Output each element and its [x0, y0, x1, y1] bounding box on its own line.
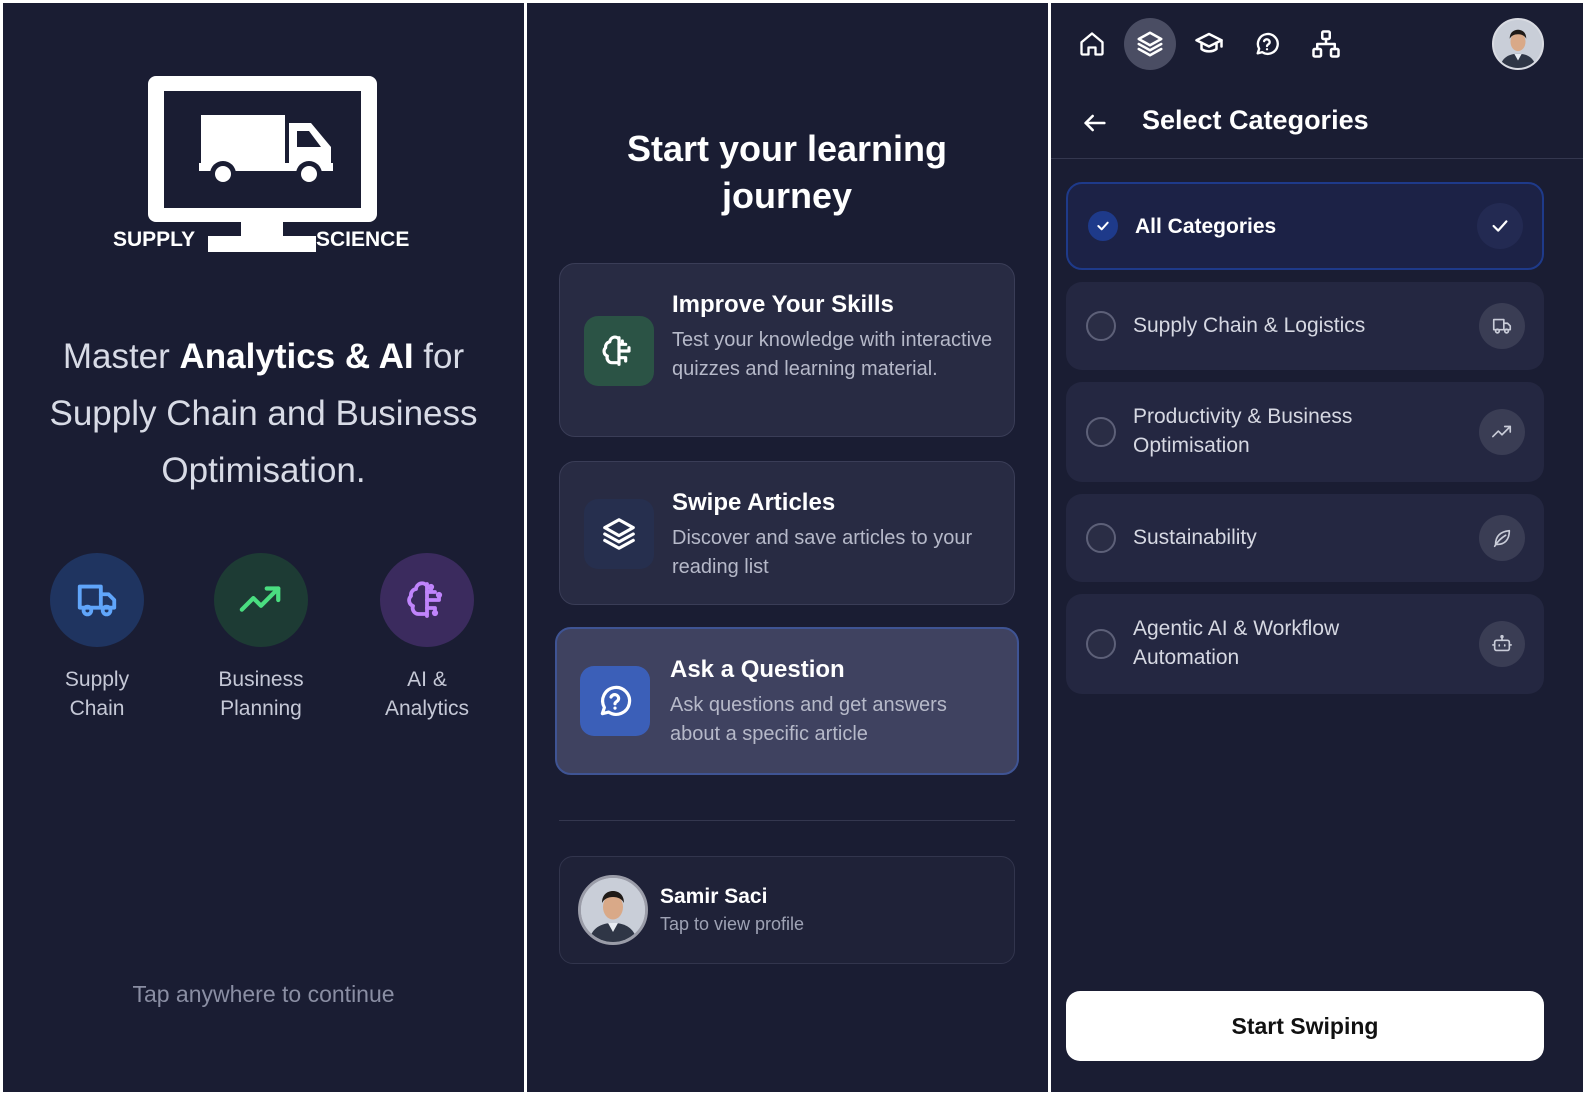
- start-swiping-button[interactable]: Start Swiping: [1066, 991, 1544, 1061]
- truck-icon: [50, 553, 144, 647]
- profile-name: Samir Saci: [660, 885, 768, 908]
- feature-label: AI &: [407, 668, 447, 691]
- card-title: Swipe Articles: [672, 489, 836, 516]
- tagline-bold: Analytics & AI: [179, 337, 414, 376]
- card-description: Ask questions and get answers about a sp…: [670, 694, 947, 745]
- category-sustainability[interactable]: Sustainability: [1066, 494, 1544, 582]
- back-arrow-icon[interactable]: [1081, 109, 1109, 137]
- sitemap-icon: [1312, 30, 1340, 58]
- profile-card[interactable]: Samir Saci Tap to view profile: [559, 856, 1015, 964]
- category-checkbox[interactable]: [1086, 311, 1116, 341]
- nav-articles[interactable]: [1124, 18, 1176, 70]
- categories-screen: Select Categories All Categories Supply …: [1051, 3, 1583, 1092]
- nav-ask[interactable]: [1241, 18, 1293, 70]
- category-supply-chain[interactable]: Supply Chain & Logistics: [1066, 282, 1544, 370]
- bot-icon: [1479, 621, 1525, 667]
- trending-up-icon: [1479, 409, 1525, 455]
- category-checkbox[interactable]: [1086, 417, 1116, 447]
- feature-label: Planning: [220, 697, 302, 720]
- check-icon: [1477, 203, 1523, 249]
- leaf-icon: [1479, 515, 1525, 561]
- feature-label: Supply: [64, 668, 130, 691]
- divider: [559, 820, 1015, 821]
- category-agentic-ai[interactable]: Agentic AI & Workflow Automation: [1066, 594, 1544, 694]
- layers-icon: [1137, 31, 1163, 57]
- tap-to-continue-hint[interactable]: Tap anywhere to continue: [3, 981, 524, 1008]
- check-icon: [1097, 221, 1109, 231]
- improve-skills-card[interactable]: Improve Your Skills Test your knowledge …: [559, 263, 1015, 437]
- avatar: [578, 875, 648, 945]
- category-productivity[interactable]: Productivity & Business Optimisation: [1066, 382, 1544, 482]
- category-checkbox[interactable]: [1086, 629, 1116, 659]
- feature-label: Business: [218, 668, 304, 691]
- nav-network[interactable]: [1300, 18, 1352, 70]
- feature-label: Analytics: [384, 697, 470, 720]
- category-label: Productivity & Business Optimisation: [1133, 402, 1352, 460]
- category-label: Sustainability: [1133, 526, 1257, 549]
- category-label-line: Automation: [1133, 646, 1240, 669]
- category-checkbox[interactable]: [1088, 211, 1118, 241]
- category-all[interactable]: All Categories: [1066, 182, 1544, 270]
- question-chat-icon: [1256, 32, 1279, 55]
- feature-ai-analytics: AI & Analytics: [357, 553, 497, 723]
- nav-learn[interactable]: [1183, 18, 1235, 70]
- nav-home[interactable]: [1066, 18, 1118, 70]
- top-navigation: [1051, 3, 1583, 87]
- journey-screen: Start your learning journey Improve Your …: [527, 3, 1048, 1092]
- trending-up-icon: [214, 553, 308, 647]
- layers-icon: [584, 499, 654, 569]
- feature-supply-chain: Supply Chain: [27, 553, 167, 723]
- supply-science-logo: SUPPLY SCIENCE: [113, 76, 409, 252]
- page-title: Select Categories: [1142, 105, 1369, 135]
- category-label-line: Productivity & Business: [1133, 405, 1353, 428]
- page-title: Start your learning journey: [587, 125, 987, 219]
- category-label-line: Optimisation: [1133, 434, 1250, 457]
- category-label: All Categories: [1135, 215, 1277, 238]
- graduation-cap-icon: [1195, 32, 1223, 53]
- profile-subtitle: Tap to view profile: [660, 914, 805, 934]
- category-label: Supply Chain & Logistics: [1133, 314, 1366, 337]
- feature-label: Chain: [69, 697, 125, 720]
- title-line: journey: [721, 175, 853, 216]
- tagline-prefix: Master: [62, 337, 180, 376]
- card-description: Test your knowledge with interactive qui…: [672, 329, 993, 380]
- logo-left-word: SUPPLY: [113, 228, 195, 251]
- user-avatar[interactable]: [1492, 18, 1544, 70]
- brain-icon: [584, 316, 654, 386]
- card-title: Ask a Question: [670, 656, 845, 683]
- welcome-screen[interactable]: SUPPLY SCIENCE Master Analytics & AI for…: [3, 3, 524, 1092]
- title-line: Start your learning: [626, 128, 948, 169]
- category-label-line: Agentic AI & Workflow: [1133, 617, 1340, 640]
- page-header: Select Categories: [1051, 87, 1583, 159]
- ask-question-card[interactable]: Ask a Question Ask questions and get ans…: [555, 627, 1019, 775]
- truck-icon: [1479, 303, 1525, 349]
- brain-icon: [380, 553, 474, 647]
- tagline: Master Analytics & AI for Supply Chain a…: [23, 328, 504, 499]
- card-title: Improve Your Skills: [672, 291, 894, 318]
- home-icon: [1080, 32, 1104, 56]
- question-chat-icon: [580, 666, 650, 736]
- feature-business-planning: Business Planning: [191, 553, 331, 723]
- logo-right-word: SCIENCE: [316, 228, 409, 251]
- swipe-articles-card[interactable]: Swipe Articles Discover and save article…: [559, 461, 1015, 605]
- category-checkbox[interactable]: [1086, 523, 1116, 553]
- category-label: Agentic AI & Workflow Automation: [1133, 614, 1339, 672]
- card-description: Discover and save articles to your readi…: [672, 527, 973, 578]
